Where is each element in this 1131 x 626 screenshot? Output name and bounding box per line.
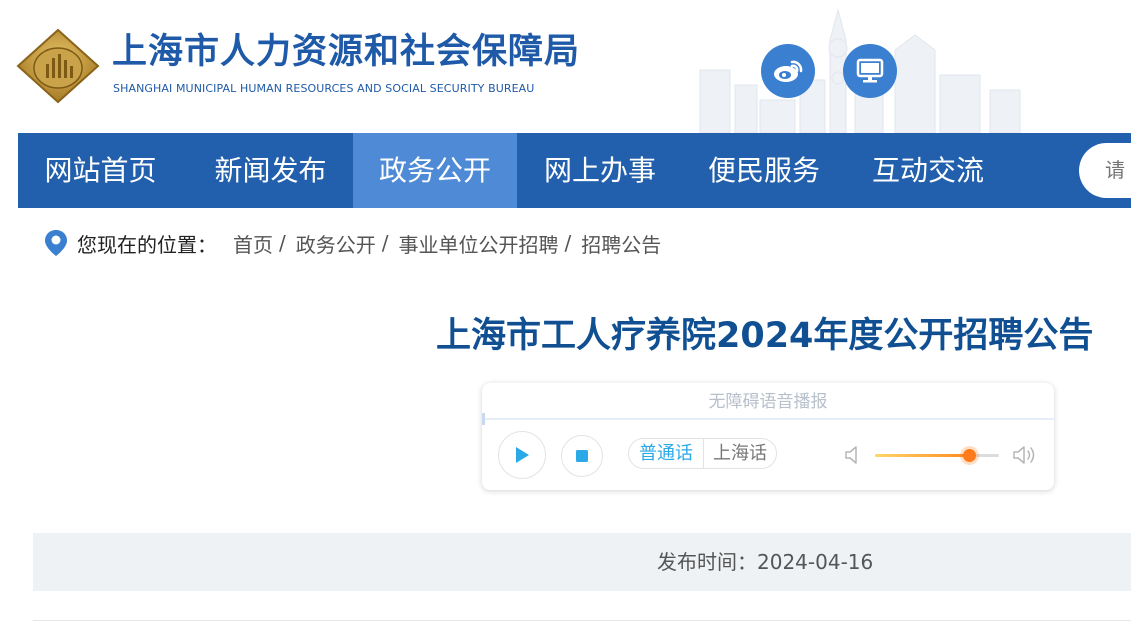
publish-label: 发布时间： xyxy=(657,550,757,574)
search-input[interactable] xyxy=(1105,155,1131,185)
language-shanghainese-button[interactable]: 上海话 xyxy=(704,439,776,468)
breadcrumb-current: 招聘公告 xyxy=(581,232,662,257)
publish-info: 发布时间：2024-04-16 xyxy=(657,533,873,591)
monitor-icon xyxy=(856,58,884,83)
player-accent xyxy=(482,413,485,425)
weibo-icon xyxy=(774,60,803,82)
breadcrumb-separator: / xyxy=(279,231,286,255)
nav-item-interaction[interactable]: 互动交流 xyxy=(846,133,1010,208)
volume-low-icon xyxy=(845,446,857,464)
site-subtitle: SHANGHAI MUNICIPAL HUMAN RESOURCES AND S… xyxy=(113,82,535,95)
language-selector: 普通话 上海话 xyxy=(628,438,777,469)
breadcrumb-recruitment[interactable]: 事业单位公开招聘 xyxy=(399,229,559,258)
article-meta-bar: 发布时间：2024-04-16 xyxy=(33,533,1131,591)
volume-fill xyxy=(875,454,970,457)
nav-item-online-services[interactable]: 网上办事 xyxy=(518,133,682,208)
location-pin-icon xyxy=(45,230,67,256)
bureau-logo xyxy=(16,28,100,104)
nav-item-public-services[interactable]: 便民服务 xyxy=(682,133,846,208)
voice-player: 无障碍语音播报 普通话 上海话 xyxy=(482,383,1054,490)
nav-item-news[interactable]: 新闻发布 xyxy=(188,133,353,208)
breadcrumb-government-affairs[interactable]: 政务公开 xyxy=(296,229,376,258)
stop-icon xyxy=(576,450,588,462)
nav-item-government-affairs[interactable]: 政务公开 xyxy=(353,133,517,208)
site-header: 上海市人力资源和社会保障局 SHANGHAI MUNICIPAL HUMAN R… xyxy=(0,0,1131,133)
search-box xyxy=(1079,143,1131,198)
breadcrumb-label: 您现在的位置： xyxy=(77,232,217,257)
volume-slider[interactable] xyxy=(875,449,999,462)
volume-knob[interactable] xyxy=(963,449,977,462)
breadcrumb-home[interactable]: 首页 xyxy=(233,229,273,258)
site-title: 上海市人力资源和社会保障局 xyxy=(112,32,581,72)
language-mandarin-button[interactable]: 普通话 xyxy=(629,439,704,468)
city-skyline-decoration xyxy=(699,8,1021,133)
breadcrumb: 您现在的位置： 首页 / 政务公开 / 事业单位公开招聘 / 招聘公告 xyxy=(44,228,661,258)
weibo-button[interactable] xyxy=(761,44,815,98)
player-header: 无障碍语音播报 xyxy=(482,383,1054,420)
article-title: 上海市工人疗养院2024年度公开招聘公告 xyxy=(436,316,1094,356)
publish-date: 2024-04-16 xyxy=(757,550,874,574)
nav-item-home[interactable]: 网站首页 xyxy=(18,133,183,208)
breadcrumb-separator: / xyxy=(564,231,572,255)
pc-version-button[interactable] xyxy=(843,44,897,98)
volume-high-icon xyxy=(1013,446,1035,464)
divider xyxy=(33,620,1131,621)
play-button[interactable] xyxy=(498,431,546,479)
play-icon xyxy=(516,447,529,463)
main-nav: 网站首页 新闻发布 政务公开 网上办事 便民服务 互动交流 xyxy=(18,133,1131,208)
stop-button[interactable] xyxy=(561,435,603,477)
breadcrumb-separator: / xyxy=(381,231,389,255)
